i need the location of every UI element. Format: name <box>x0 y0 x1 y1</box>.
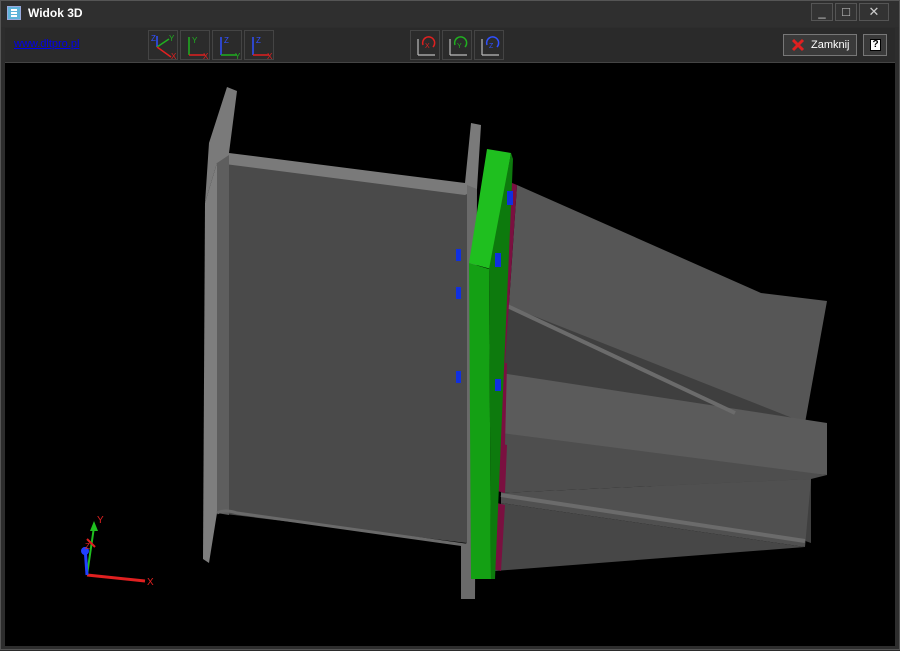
website-link[interactable]: www.dltpro.pl <box>14 38 79 50</box>
title-bar[interactable]: Widok 3D _ □ ✕ <box>1 1 899 27</box>
window: Widok 3D _ □ ✕ www.dltpro.pl Z Y X Y X Z… <box>0 0 900 650</box>
axes-zx-icon: Z X <box>252 36 273 61</box>
close-button-label: Zamknij <box>811 39 850 51</box>
svg-text:X: X <box>425 43 430 50</box>
svg-text:X: X <box>171 52 177 61</box>
maximize-button[interactable]: □ <box>835 3 857 21</box>
svg-text:Y: Y <box>235 52 241 61</box>
help-icon: ? <box>870 39 881 51</box>
end-plate-front <box>469 263 491 579</box>
axes-yx-icon: Y X <box>188 36 209 61</box>
window-title: Widok 3D <box>28 6 83 20</box>
axes-zy-icon: Z Y <box>220 36 241 61</box>
svg-text:Y: Y <box>457 43 462 50</box>
rotate-y-button[interactable]: Y <box>442 30 472 60</box>
svg-text:Y: Y <box>169 34 175 43</box>
app-icon <box>7 6 21 20</box>
view-xy-button[interactable]: Y X <box>180 30 210 61</box>
bolt <box>456 249 461 261</box>
column-flange-left-face <box>217 155 229 515</box>
bolt <box>456 371 461 383</box>
svg-text:Z: Z <box>489 43 494 50</box>
axis-y-label: Y <box>97 515 104 526</box>
bolt <box>495 379 501 391</box>
bolt <box>456 287 461 299</box>
svg-text:Z: Z <box>256 36 261 45</box>
column-web <box>217 153 467 543</box>
view-zy-button[interactable]: Z Y <box>212 30 242 61</box>
svg-text:X: X <box>203 52 209 61</box>
axis-x-line <box>86 573 146 583</box>
help-button[interactable]: ? <box>863 34 887 56</box>
3d-viewport[interactable]: X Y Z <box>5 63 895 646</box>
3d-model: X Y Z <box>81 87 827 599</box>
close-red-x-icon <box>791 38 805 52</box>
axis-z-label: Z <box>85 542 90 551</box>
column-flange-left <box>203 163 217 563</box>
svg-text:X: X <box>267 52 273 61</box>
rotate-x-button[interactable]: X <box>410 30 440 60</box>
minimize-button[interactable]: _ <box>811 3 833 21</box>
rotate-x-icon: X <box>417 36 436 56</box>
rotate-z-button[interactable]: Z <box>474 30 504 60</box>
axes-zyx-icon: Z Y X <box>151 34 177 61</box>
axis-x-label: X <box>147 577 154 588</box>
svg-text:Z: Z <box>151 34 156 43</box>
toolbar: www.dltpro.pl Z Y X Y X Z Y Z X X Y Z Za… <box>5 28 895 63</box>
rotate-z-icon: Z <box>481 36 500 56</box>
bolt <box>495 253 501 267</box>
svg-text:Y: Y <box>192 36 198 45</box>
svg-text:Z: Z <box>224 36 229 45</box>
close-button[interactable]: Zamknij <box>783 34 857 56</box>
rotate-y-icon: Y <box>449 36 468 56</box>
close-window-button[interactable]: ✕ <box>859 3 889 21</box>
bolt <box>507 191 513 205</box>
view-iso-button[interactable]: Z Y X <box>148 30 178 61</box>
view-zx-button[interactable]: Z X <box>244 30 274 61</box>
